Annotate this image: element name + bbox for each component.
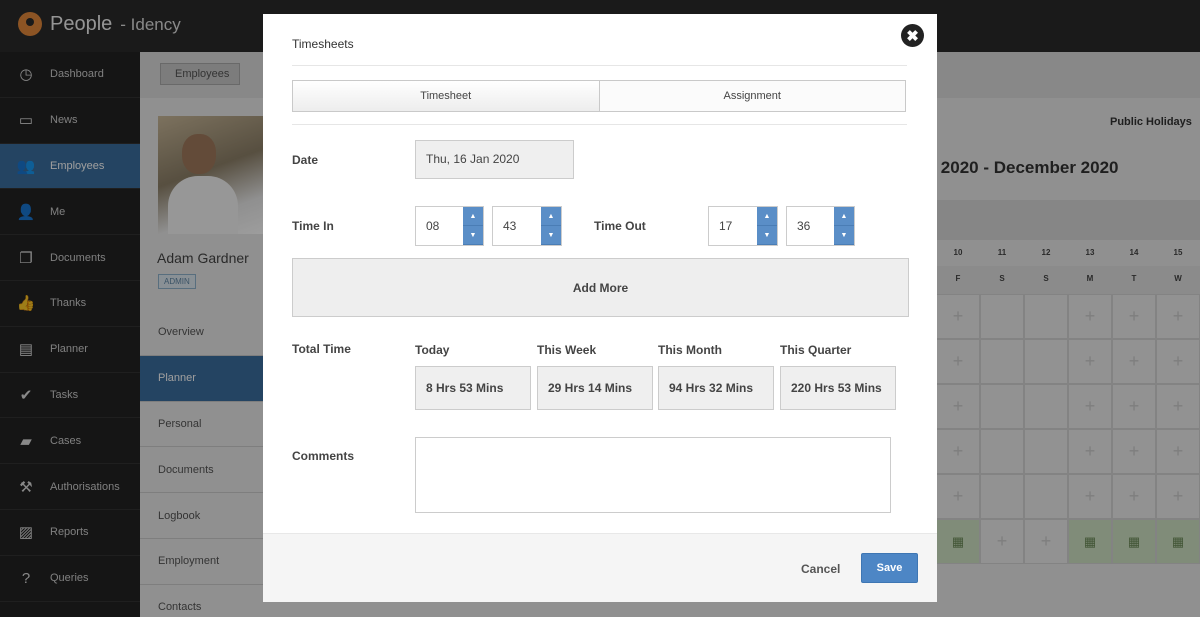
tab-timesheet[interactable]: Timesheet: [293, 81, 599, 111]
comments-label: Comments: [292, 449, 355, 463]
this-month-label: This Month: [658, 343, 722, 357]
date-picker-field[interactable]: Thu, 16 Jan 2020: [415, 140, 574, 179]
date-label: Date: [292, 153, 319, 167]
time-in-minute-value: 43: [503, 219, 517, 233]
divider: [292, 124, 907, 125]
time-in-label: Time In: [292, 219, 334, 233]
modal-title: Timesheets: [292, 37, 354, 51]
this-week-label: This Week: [537, 343, 597, 357]
close-icon[interactable]: ✖: [901, 24, 924, 47]
week-total-field: 29 Hrs 14 Mins: [537, 366, 653, 410]
time-in-hour-spinner[interactable]: 08 ▲ ▼: [415, 206, 484, 246]
time-in-minute-spinner[interactable]: 43 ▲ ▼: [492, 206, 562, 246]
today-total-field: 8 Hrs 53 Mins: [415, 366, 531, 410]
time-out-hour-value: 17: [719, 219, 733, 233]
time-in-hour-value: 08: [426, 219, 440, 233]
today-label: Today: [415, 343, 450, 357]
time-out-minute-value: 36: [797, 219, 811, 233]
divider: [292, 65, 907, 66]
modal-footer: Cancel Save: [263, 533, 937, 602]
save-button[interactable]: Save: [861, 553, 918, 583]
cancel-button[interactable]: Cancel: [801, 562, 840, 576]
chevron-down-icon[interactable]: ▼: [834, 226, 854, 245]
comments-textarea[interactable]: [415, 437, 891, 513]
chevron-up-icon[interactable]: ▲: [757, 207, 777, 226]
chevron-down-icon[interactable]: ▼: [463, 226, 483, 245]
quarter-total-field: 220 Hrs 53 Mins: [780, 366, 896, 410]
timesheets-modal: Timesheets ✖ Timesheet Assignment Date T…: [263, 14, 937, 602]
chevron-down-icon[interactable]: ▼: [757, 226, 777, 245]
modal-tabs: Timesheet Assignment: [292, 80, 906, 112]
time-out-hour-spinner[interactable]: 17 ▲ ▼: [708, 206, 778, 246]
add-more-button[interactable]: Add More: [292, 258, 909, 317]
chevron-down-icon[interactable]: ▼: [541, 226, 561, 245]
time-out-label: Time Out: [594, 219, 646, 233]
chevron-up-icon[interactable]: ▲: [463, 207, 483, 226]
total-time-label: Total Time: [292, 342, 351, 356]
this-quarter-label: This Quarter: [780, 343, 852, 357]
time-out-minute-spinner[interactable]: 36 ▲ ▼: [786, 206, 855, 246]
tab-assignment[interactable]: Assignment: [598, 81, 905, 111]
chevron-up-icon[interactable]: ▲: [834, 207, 854, 226]
chevron-up-icon[interactable]: ▲: [541, 207, 561, 226]
month-total-field: 94 Hrs 32 Mins: [658, 366, 774, 410]
